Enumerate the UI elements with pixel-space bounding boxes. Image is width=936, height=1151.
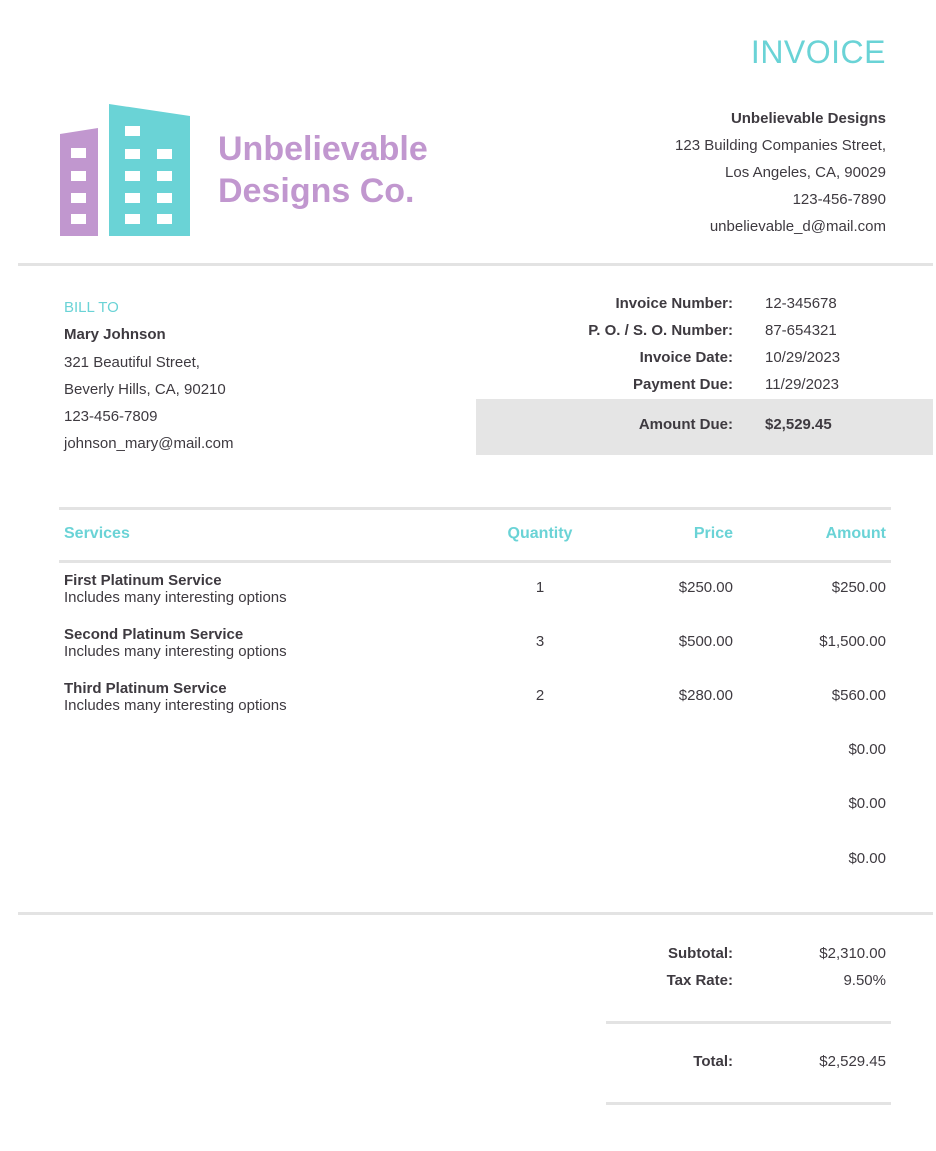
table-bottom-rule <box>18 912 933 915</box>
po-number-value: 87-654321 <box>765 322 837 339</box>
invoice-date-value: 10/29/2023 <box>765 349 841 366</box>
logo-line-1: Unbelievable <box>218 130 428 168</box>
amount-header: Amount <box>825 525 886 542</box>
row-amount: $560.00 <box>831 687 886 704</box>
bill-to-label: BILL TO <box>64 299 119 316</box>
tax-rate-label: Tax Rate: <box>666 972 733 989</box>
amount-due-value: $2,529.45 <box>765 416 832 433</box>
company-phone: 123-456-7890 <box>792 191 886 208</box>
bill-to-street: 321 Beautiful Street, <box>64 353 200 371</box>
table-top-rule <box>59 507 891 510</box>
table-header-rule <box>59 560 891 563</box>
row-price: $250.00 <box>678 579 733 596</box>
row-quantity: 3 <box>535 633 545 650</box>
payment-due-value: 11/29/2023 <box>765 376 839 393</box>
service-description: Includes many interesting options <box>64 643 287 660</box>
service-description: Includes many interesting options <box>64 697 287 714</box>
buildings-logo-icon <box>60 104 190 236</box>
bill-to-name: Mary Johnson <box>64 326 166 344</box>
services-header: Services <box>64 525 130 542</box>
subtotal-label: Subtotal: <box>668 945 733 962</box>
company-email: unbelievable_d@mail.com <box>709 218 886 235</box>
price-header: Price <box>693 525 733 542</box>
amount-due-label: Amount Due: <box>638 416 733 433</box>
table-row: Second Platinum Service Includes many in… <box>64 626 287 660</box>
row-price: $500.00 <box>678 633 733 650</box>
invoice-date-label: Invoice Date: <box>639 349 733 366</box>
bill-to-city: Beverly Hills, CA, 90210 <box>64 380 226 398</box>
row-quantity: 2 <box>535 687 545 704</box>
total-bottom-rule <box>606 1102 891 1105</box>
quantity-header: Quantity <box>507 525 573 542</box>
service-title: First Platinum Service <box>64 572 222 589</box>
row-amount: $1,500.00 <box>819 633 886 650</box>
invoice-number-label: Invoice Number: <box>615 295 733 312</box>
row-quantity: 1 <box>535 579 545 596</box>
total-label: Total: <box>693 1053 733 1070</box>
payment-due-label: Payment Due: <box>632 376 733 393</box>
table-row: First Platinum Service Includes many int… <box>64 572 287 606</box>
company-street: 123 Building Companies Street, <box>675 137 886 154</box>
logo-line-2: Designs Co. <box>218 172 415 210</box>
row-amount: $250.00 <box>831 579 886 596</box>
row-amount: $0.00 <box>848 850 886 867</box>
service-description: Includes many interesting options <box>64 589 287 606</box>
subtotal-value: $2,310.00 <box>819 945 886 962</box>
total-value: $2,529.45 <box>819 1053 886 1070</box>
row-amount: $0.00 <box>848 741 886 758</box>
company-name: Unbelievable Designs <box>730 110 886 127</box>
row-price: $280.00 <box>678 687 733 704</box>
row-amount: $0.00 <box>848 795 886 812</box>
table-row: Third Platinum Service Includes many int… <box>64 680 287 714</box>
total-top-rule <box>606 1021 891 1024</box>
company-logo-text: Unbelievable Designs Co. <box>218 128 428 212</box>
company-city: Los Angeles, CA, 90029 <box>725 164 886 181</box>
service-title: Third Platinum Service <box>64 680 227 697</box>
bill-to-phone: 123-456-7809 <box>64 408 158 426</box>
invoice-number-value: 12-345678 <box>765 295 837 312</box>
bill-to-email: johnson_mary@mail.com <box>64 435 234 453</box>
company-address: Unbelievable Designs 123 Building Compan… <box>675 105 886 240</box>
invoice-title: INVOICE <box>750 34 886 70</box>
service-title: Second Platinum Service <box>64 626 244 643</box>
tax-rate-value: 9.50% <box>843 972 886 989</box>
po-number-label: P. O. / S. O. Number: <box>588 322 733 339</box>
header-divider <box>18 263 933 266</box>
bill-to-block: BILL TO Mary Johnson 321 Beautiful Stree… <box>64 294 233 458</box>
